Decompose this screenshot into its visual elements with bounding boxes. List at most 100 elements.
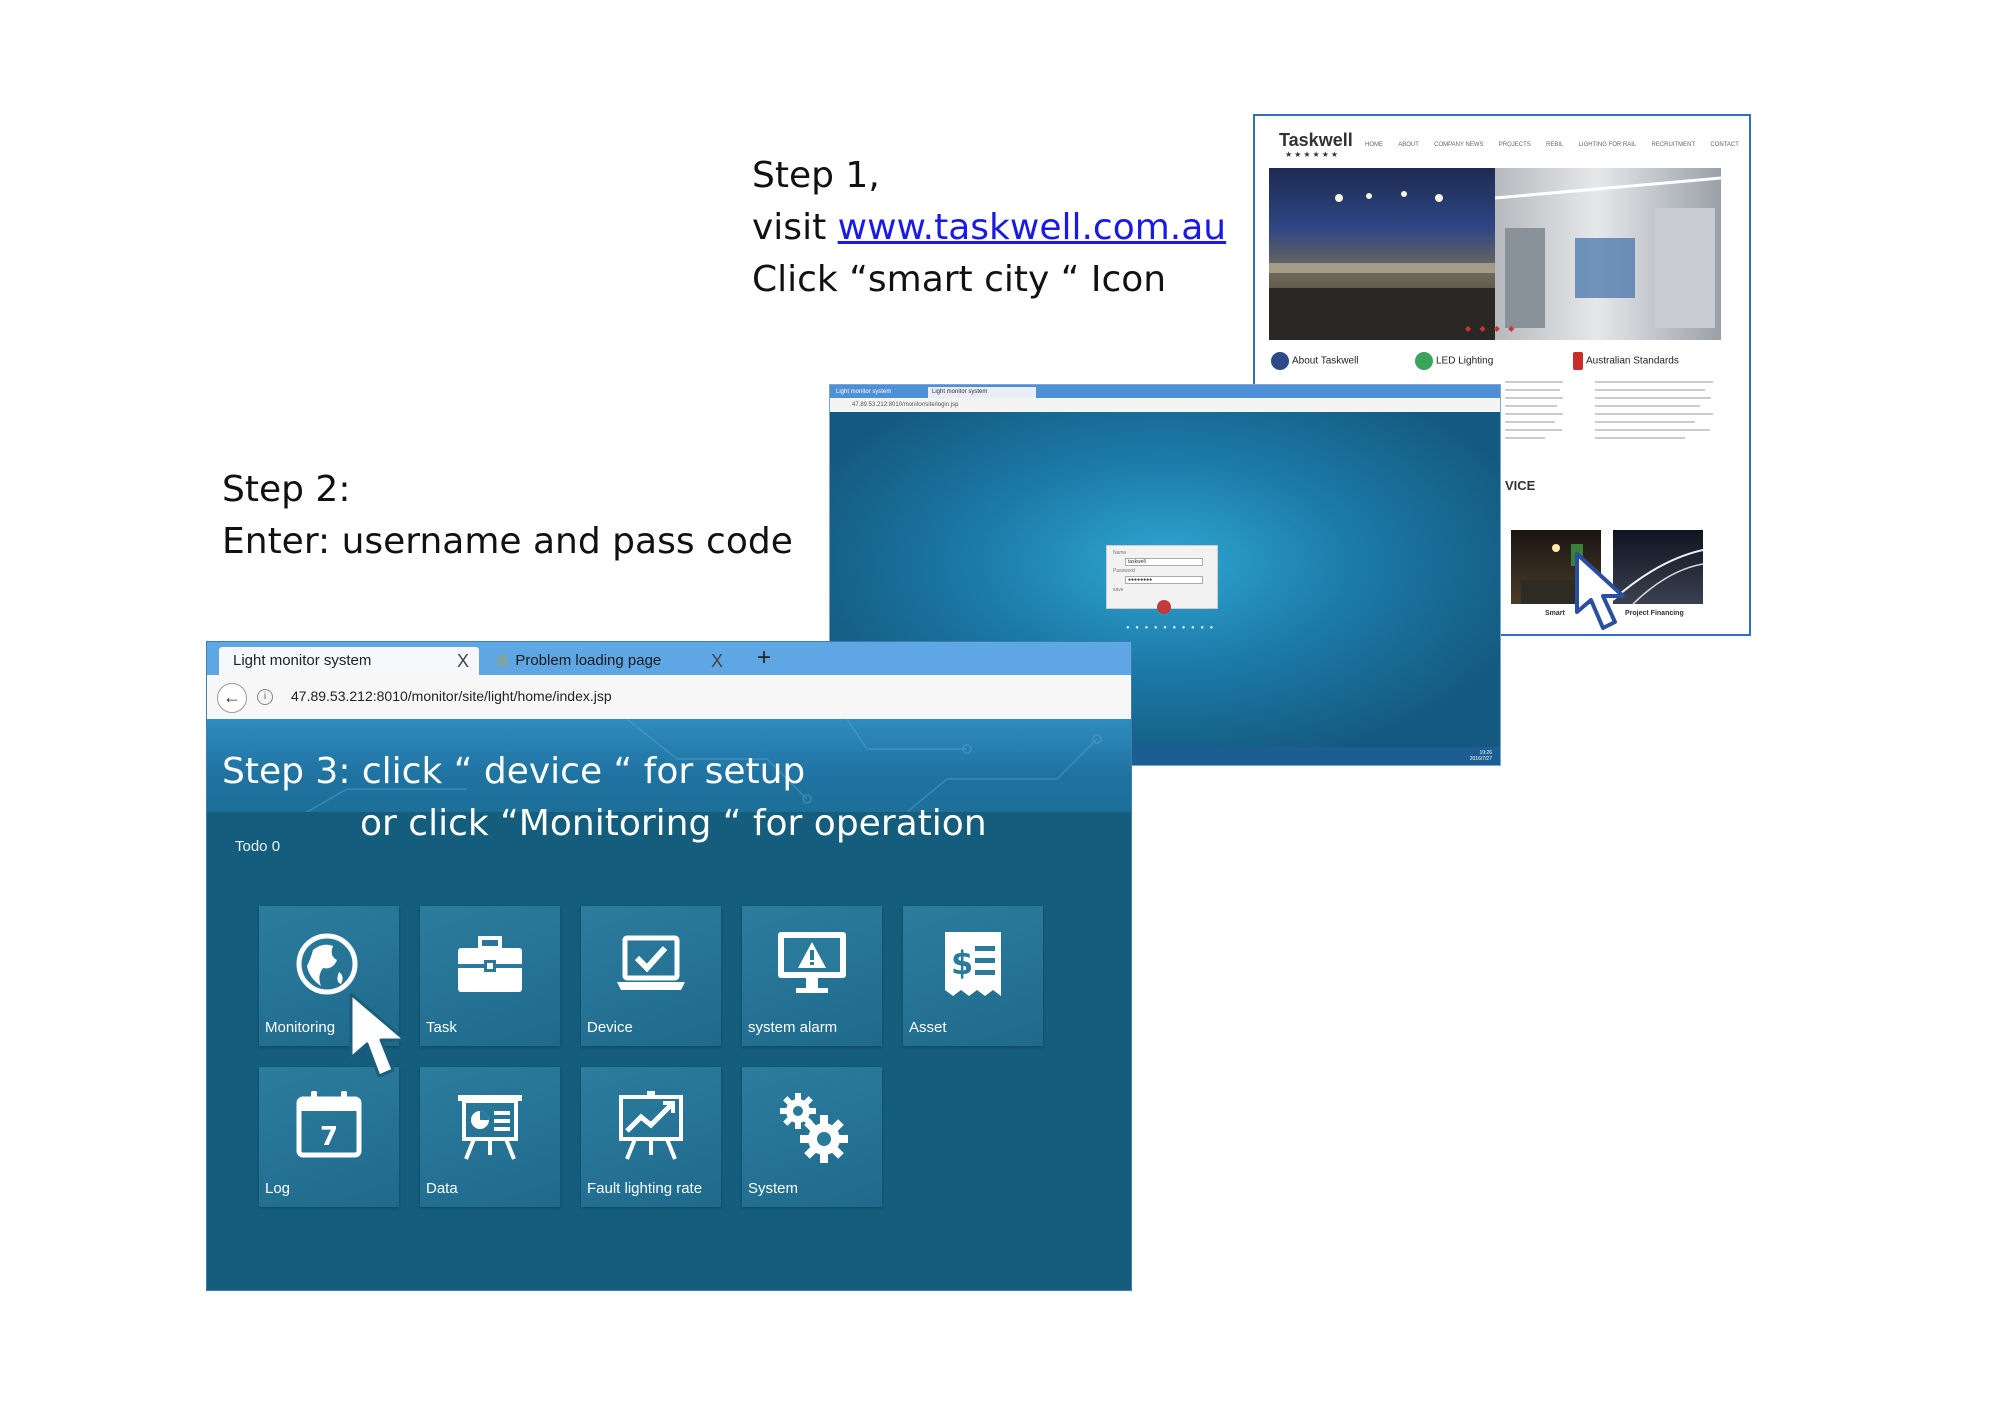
step1-title: Step 1,: [752, 155, 880, 196]
nav-item[interactable]: RECRUITMENT: [1651, 142, 1695, 148]
tile-label: Log: [265, 1180, 291, 1197]
remember-checkbox[interactable]: save: [1113, 587, 1124, 593]
tile-log[interactable]: 7 Log: [259, 1067, 399, 1207]
tab-problem-loading[interactable]: ⚠ Problem loading page X: [491, 647, 733, 675]
nav-item[interactable]: CONTACT: [1710, 142, 1739, 148]
carousel-dots[interactable]: ◆ ◆ ◆ ◆: [1465, 324, 1517, 333]
info-icon[interactable]: i: [257, 689, 273, 705]
nav-item[interactable]: PROJECTS: [1499, 142, 1531, 148]
cursor-arrow-icon: [1575, 552, 1625, 630]
dashboard-screenshot: Light monitor system X ⚠ Problem loading …: [206, 641, 1132, 1291]
address-bar: ← i 47.89.53.212:8010/monitor/site/light…: [207, 675, 1131, 720]
step1-text: Step 1, visit www.taskwell.com.au Click …: [752, 150, 1226, 306]
column-led: LED Lighting: [1415, 352, 1493, 370]
calendar-icon: 7: [296, 1091, 362, 1158]
login-tab-bar: Light monitor system Light monitor syste…: [830, 385, 1500, 398]
login-tab[interactable]: Light monitor system: [832, 387, 930, 398]
login-footer-dots: ● ● ● ● ● ● ● ● ● ●: [1126, 625, 1216, 631]
tab-label: Light monitor system: [233, 652, 372, 669]
gears-icon: [780, 1093, 848, 1163]
kangaroo-icon: [1271, 352, 1289, 370]
login-form: Name taskwell Password ●●●●●●●● save: [1106, 545, 1218, 614]
username-input[interactable]: taskwell: [1125, 558, 1203, 566]
close-tab-icon[interactable]: X: [457, 647, 469, 675]
standards-icon: [1573, 352, 1583, 370]
tab-label: Problem loading page: [515, 652, 662, 669]
step2-instruction: Enter: username and pass code: [222, 521, 793, 562]
svg-text:$: $: [951, 944, 973, 982]
tile-label: Data: [426, 1180, 458, 1197]
logo-stars: ★★★★★★: [1285, 150, 1341, 159]
text-lines: [1595, 381, 1713, 439]
nav-item[interactable]: LIGHTING FOR RAIL: [1579, 142, 1637, 148]
login-tab-active[interactable]: Light monitor system: [928, 387, 1036, 398]
tab-light-monitor[interactable]: Light monitor system X: [219, 647, 479, 675]
column-standards: Australian Standards: [1573, 352, 1679, 370]
thumbnail-caption: Smart: [1545, 610, 1565, 617]
nav-item[interactable]: COMPANY NEWS: [1434, 142, 1483, 148]
tile-data[interactable]: Data: [420, 1067, 560, 1207]
nav-item[interactable]: ABOUT: [1398, 142, 1419, 148]
step2-text: Step 2: Enter: username and pass code: [222, 464, 793, 568]
monitor-alert-icon: [778, 932, 846, 993]
standards-paragraph: [1595, 378, 1715, 451]
taskbar-clock: 19:26 2016/7/27: [1470, 750, 1492, 762]
hero-interior-image: [1494, 168, 1721, 340]
browser-tab-bar: Light monitor system X ⚠ Problem loading …: [207, 642, 1131, 675]
password-input[interactable]: ●●●●●●●●: [1125, 576, 1203, 584]
laptop-check-icon: [617, 935, 685, 990]
tile-asset[interactable]: $ Asset: [903, 906, 1043, 1046]
interior-graphic: [1494, 176, 1721, 328]
hero-station-image: [1269, 168, 1495, 340]
step1-instruction: Click “smart city “ Icon: [752, 259, 1167, 300]
trend-chart-icon: [619, 1091, 683, 1160]
receipt-dollar-icon: $: [945, 932, 1001, 996]
column-title[interactable]: About Taskwell: [1292, 356, 1359, 367]
tile-task[interactable]: Task: [420, 906, 560, 1046]
hero-banner: [1269, 168, 1721, 340]
tile-label: System: [748, 1180, 799, 1197]
station-lights-graphic: [1269, 191, 1495, 340]
tile-label: Monitoring: [265, 1019, 336, 1036]
step1-visit-prefix: visit: [752, 207, 838, 248]
presentation-chart-icon: [458, 1095, 522, 1160]
column-about: About Taskwell: [1271, 352, 1359, 370]
led-paragraph: [1505, 378, 1565, 451]
step3-line1: Step 3: click “ device “ for setup: [222, 751, 806, 792]
step1-visit: visit www.taskwell.com.au: [752, 202, 1226, 254]
column-title[interactable]: Australian Standards: [1586, 356, 1679, 367]
clock-date: 2016/7/27: [1469, 756, 1492, 762]
name-label: Name: [1113, 550, 1127, 556]
briefcase-icon: [458, 936, 522, 992]
tile-label: Device: [587, 1019, 633, 1036]
password-label: Password: [1113, 568, 1135, 574]
step3-text: Step 3: click “ device “ for setup or cl…: [222, 746, 987, 850]
services-heading: VICE: [1505, 478, 1536, 493]
nav-item[interactable]: HOME: [1365, 142, 1383, 148]
url-input[interactable]: 47.89.53.212:8010/monitor/site/light/hom…: [291, 688, 612, 704]
step3-line2: or click “Monitoring “ for operation: [360, 803, 987, 844]
login-address-bar[interactable]: 47.89.53.212:8010/monitor/site/login.jsp: [830, 398, 1500, 412]
tile-label: Task: [426, 1019, 457, 1036]
new-tab-button[interactable]: +: [757, 644, 771, 672]
warning-icon: ⚠: [495, 652, 510, 669]
tile-label: Asset: [909, 1019, 947, 1036]
website-nav: HOME ABOUT COMPANY NEWS PROJECTS REBIL L…: [1365, 142, 1739, 148]
column-title[interactable]: LED Lighting: [1436, 356, 1493, 367]
tile-device[interactable]: Device: [581, 906, 721, 1046]
tile-fault-lighting-rate[interactable]: Fault lighting rate: [581, 1067, 721, 1207]
cursor-arrow-icon: [349, 992, 407, 1078]
close-tab-icon[interactable]: X: [711, 647, 723, 675]
text-lines: [1505, 381, 1563, 439]
login-submit-button[interactable]: [1157, 600, 1171, 614]
taskwell-link[interactable]: www.taskwell.com.au: [838, 207, 1227, 248]
nav-item[interactable]: REBIL: [1546, 142, 1563, 148]
calendar-day: 7: [320, 1122, 338, 1152]
back-arrow-icon[interactable]: ←: [217, 683, 247, 713]
tile-system[interactable]: System: [742, 1067, 882, 1207]
step2-title: Step 2:: [222, 469, 351, 510]
tile-system-alarm[interactable]: system alarm: [742, 906, 882, 1046]
tile-label: Fault lighting rate: [587, 1180, 703, 1197]
taskwell-logo[interactable]: Taskwell: [1279, 130, 1353, 151]
tile-label: system alarm: [748, 1019, 838, 1036]
